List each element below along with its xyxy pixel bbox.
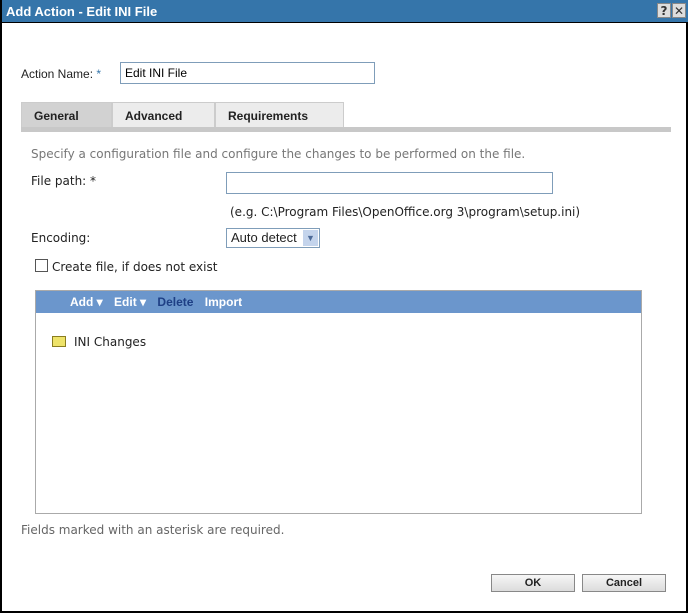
tab-advanced[interactable]: Advanced — [112, 102, 215, 127]
help-button[interactable]: ? — [657, 3, 671, 18]
action-name-label: Action Name: * — [21, 67, 101, 81]
delete-button[interactable]: Delete — [157, 295, 193, 309]
add-label: Add — [70, 295, 94, 309]
action-name-label-text: Action Name: — [21, 67, 94, 81]
file-path-hint: (e.g. C:\Program Files\OpenOffice.org 3\… — [230, 205, 581, 219]
dialog-window: Add Action - Edit INI File ? ✕ Action Na… — [0, 0, 688, 613]
required-mark: * — [90, 174, 97, 188]
edit-menu[interactable]: Edit ▾ — [114, 295, 146, 309]
general-description: Specify a configuration file and configu… — [31, 147, 526, 161]
dialog-title: Add Action - Edit INI File — [6, 4, 158, 19]
create-file-checkbox[interactable] — [35, 259, 48, 272]
import-button[interactable]: Import — [205, 295, 242, 309]
ok-button[interactable]: OK — [491, 574, 575, 592]
tab-general[interactable]: General — [21, 102, 112, 127]
encoding-select[interactable]: Auto detect ▼ — [226, 228, 320, 248]
required-mark: * — [96, 67, 102, 81]
encoding-selected: Auto detect — [231, 230, 297, 245]
encoding-label: Encoding: — [31, 231, 91, 245]
tab-bar: General Advanced Requirements — [21, 102, 671, 132]
required-note: Fields marked with an asterisk are requi… — [21, 523, 285, 537]
chevron-down-icon: ▼ — [303, 230, 318, 246]
folder-icon — [52, 336, 66, 347]
title-bar: Add Action - Edit INI File — [2, 0, 688, 23]
close-button[interactable]: ✕ — [672, 3, 686, 18]
action-name-input[interactable] — [120, 62, 375, 84]
add-menu[interactable]: Add ▾ — [70, 295, 103, 309]
file-path-input[interactable] — [226, 172, 553, 194]
changes-toolbar: Add ▾ Edit ▾ Delete Import — [36, 291, 641, 313]
ini-changes-panel: Add ▾ Edit ▾ Delete Import INI Changes — [35, 290, 642, 514]
tree-item-label: INI Changes — [74, 335, 147, 349]
create-file-label: Create file, if does not exist — [52, 260, 218, 274]
edit-label: Edit — [114, 295, 137, 309]
cancel-button[interactable]: Cancel — [582, 574, 666, 592]
tab-requirements[interactable]: Requirements — [215, 102, 344, 127]
file-path-label: File path: * — [31, 174, 96, 188]
file-path-label-text: File path: — [31, 174, 87, 188]
tree-item[interactable]: INI Changes — [52, 335, 146, 349]
